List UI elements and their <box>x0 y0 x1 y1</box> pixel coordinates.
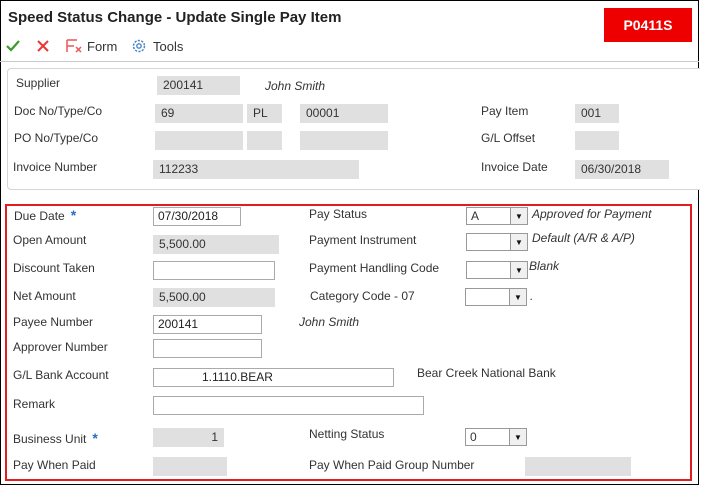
invoice-date-field[interactable]: 06/30/2018 <box>575 160 669 179</box>
chevron-down-icon[interactable]: ▼ <box>510 262 527 278</box>
netting-status-value: 0 <box>470 430 477 444</box>
due-date-label: Due Date * <box>14 207 76 223</box>
netting-status-label: Netting Status <box>309 427 385 441</box>
po-no-type-co-label: PO No/Type/Co <box>14 131 99 145</box>
doc-number-field[interactable]: 69 <box>155 104 243 123</box>
supplier-name: John Smith <box>265 79 326 93</box>
chevron-down-icon[interactable]: ▼ <box>510 234 527 250</box>
gl-offset-field[interactable] <box>575 131 619 150</box>
payee-name: John Smith <box>299 315 360 329</box>
gl-bank-account-label: G/L Bank Account <box>13 368 109 382</box>
tools-menu-button[interactable]: Tools <box>131 38 183 54</box>
doc-type-field[interactable]: PL <box>247 104 282 123</box>
gear-icon <box>132 39 146 53</box>
business-unit-label-text: Business Unit <box>13 432 87 446</box>
asterisk-icon: * <box>70 207 77 223</box>
category-code-07-label: Category Code - 07 <box>310 289 415 303</box>
gl-bank-account-description: Bear Creek National Bank <box>417 366 556 380</box>
form-menu-label: Form <box>87 38 118 54</box>
payment-handling-code-select[interactable]: ▼ <box>466 261 528 279</box>
business-unit-label: Business Unit * <box>13 430 98 446</box>
tools-menu-label: Tools <box>153 38 184 54</box>
form-menu-button[interactable]: Form <box>65 38 117 54</box>
discount-taken-input[interactable] <box>153 261 275 280</box>
po-company-field[interactable] <box>300 131 388 150</box>
net-amount-label: Net Amount <box>13 289 76 303</box>
invoice-number-field[interactable]: 112233 <box>153 160 359 179</box>
checkmark-icon <box>6 40 20 52</box>
due-date-label-text: Due Date <box>14 209 65 223</box>
cancel-button[interactable] <box>35 38 51 54</box>
doc-no-type-co-label: Doc No/Type/Co <box>14 104 103 118</box>
gl-offset-label: G/L Offset <box>481 131 536 145</box>
chevron-down-icon[interactable]: ▼ <box>509 289 526 305</box>
invoice-date-label: Invoice Date <box>481 160 548 174</box>
payment-handling-code-description: Blank <box>529 259 560 273</box>
supplier-field[interactable]: 200141 <box>157 76 240 95</box>
approver-number-label: Approver Number <box>13 340 108 354</box>
chevron-down-icon[interactable]: ▼ <box>509 429 526 445</box>
business-unit-field[interactable]: 1 <box>153 428 224 447</box>
pay-when-paid-label: Pay When Paid <box>13 458 96 472</box>
toolbar-divider <box>0 61 699 62</box>
discount-taken-label: Discount Taken <box>13 261 95 275</box>
pay-when-paid-field[interactable] <box>153 457 227 476</box>
pay-when-paid-group-number-label: Pay When Paid Group Number <box>309 458 475 472</box>
supplier-label: Supplier <box>16 76 61 90</box>
doc-company-field[interactable]: 00001 <box>300 104 388 123</box>
pay-when-paid-group-number-field[interactable] <box>525 457 631 476</box>
approver-number-input[interactable] <box>153 339 262 358</box>
program-id-badge: P0411S <box>604 8 692 42</box>
page-title: Speed Status Change - Update Single Pay … <box>8 9 342 26</box>
payee-number-label: Payee Number <box>13 315 94 329</box>
remark-label: Remark <box>13 397 56 411</box>
due-date-input[interactable]: 07/30/2018 <box>153 207 241 226</box>
remark-input[interactable] <box>153 396 424 415</box>
chevron-down-icon[interactable]: ▼ <box>510 208 527 224</box>
open-amount-label: Open Amount <box>13 233 87 247</box>
gl-bank-account-input[interactable]: 1.1110.BEAR <box>153 368 394 387</box>
pay-status-label: Pay Status <box>309 207 368 221</box>
payment-instrument-description: Default (A/R & A/P) <box>532 231 635 245</box>
category-code-07-description: . <box>530 289 534 303</box>
pay-status-description: Approved for Payment <box>532 207 652 221</box>
netting-status-select[interactable]: 0 ▼ <box>465 428 527 446</box>
po-type-field[interactable] <box>247 131 282 150</box>
pay-status-select[interactable]: A ▼ <box>466 207 528 225</box>
pay-item-label: Pay Item <box>481 104 529 118</box>
payment-instrument-select[interactable]: ▼ <box>466 233 528 251</box>
pay-status-value: A <box>471 209 480 223</box>
form-icon <box>66 39 82 53</box>
pay-item-field[interactable]: 001 <box>575 104 619 123</box>
po-number-field[interactable] <box>155 131 243 150</box>
category-code-07-select[interactable]: ▼ <box>465 288 527 306</box>
invoice-number-label: Invoice Number <box>13 160 98 174</box>
asterisk-icon: * <box>92 430 98 446</box>
x-icon <box>37 40 49 52</box>
open-amount-field[interactable]: 5,500.00 <box>153 235 279 254</box>
net-amount-field[interactable]: 5,500.00 <box>153 288 275 307</box>
payee-number-input[interactable]: 200141 <box>153 315 262 334</box>
payment-handling-code-label: Payment Handling Code <box>309 261 440 275</box>
ok-button[interactable] <box>5 38 21 54</box>
payment-instrument-label: Payment Instrument <box>309 233 417 247</box>
